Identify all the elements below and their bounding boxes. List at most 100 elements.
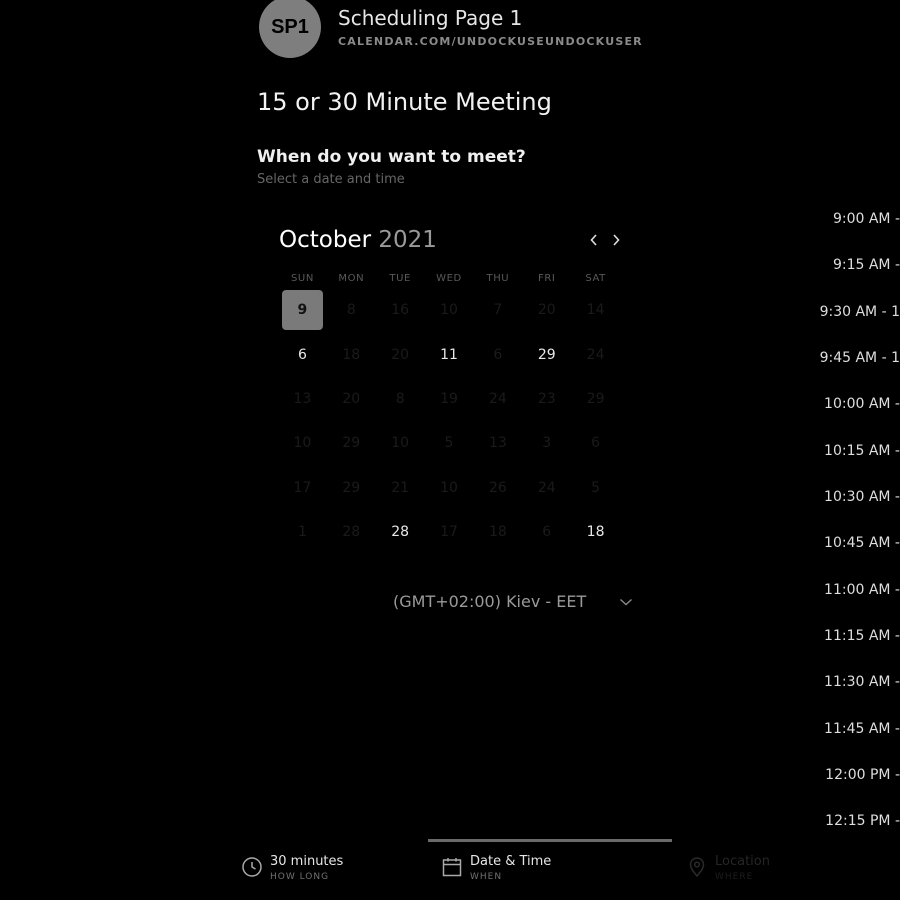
calendar-day-number: 19 (440, 390, 458, 407)
time-slot[interactable]: 11:00 AM - (824, 582, 900, 598)
tab-duration[interactable]: 30 minutes HOW LONG (241, 852, 371, 892)
timezone-value: (GMT+02:00) Kiev - EET (393, 592, 587, 611)
calendar-day-unavailable: 10 (278, 421, 327, 465)
calendar-day-number: 24 (488, 390, 507, 407)
calendar-day-number: 6 (297, 346, 307, 363)
time-slot[interactable]: 9:00 AM - (833, 211, 900, 227)
time-slot[interactable]: 12:00 PM - (825, 767, 900, 783)
calendar-week-row: 1 28 28 17 18 6 18 (278, 510, 620, 554)
calendar-day-number: 17 (440, 524, 458, 541)
weekday-sat: SAT (585, 273, 606, 284)
calendar-day-unavailable: 8 (376, 377, 425, 421)
time-slot[interactable]: 12:15 PM - (825, 813, 900, 829)
calendar-day-unavailable: 3 (522, 421, 571, 465)
calendar-day-number: 13 (293, 390, 312, 407)
active-tab-indicator (428, 839, 672, 842)
calendar-day-number: 26 (488, 479, 507, 496)
calendar-day-unavailable: 24 (473, 377, 522, 421)
tab-location-sub: WHERE (715, 872, 754, 882)
calendar-day-unavailable: 16 (376, 288, 425, 332)
calendar-day-unavailable: 13 (278, 377, 327, 421)
calendar-day-number: 7 (493, 302, 503, 319)
scheduling-page: SP1 Scheduling Page 1 CALENDAR.COM/UNDOC… (0, 0, 900, 900)
calendar-day-number: 24 (586, 346, 605, 363)
calendar-day-unavailable: 5 (571, 466, 620, 510)
weekday-header: SUN MON TUE WED THU FRI SAT (278, 270, 620, 288)
calendar-day-number: 8 (346, 302, 356, 319)
calendar-day-number: 10 (293, 435, 312, 452)
calendar-day-available[interactable]: 18 (571, 510, 620, 554)
calendar-day-unavailable: 20 (522, 288, 571, 332)
time-slot[interactable]: 10:15 AM - (824, 443, 900, 459)
calendar-day-number: 29 (537, 346, 556, 363)
calendar-day-unavailable: 28 (327, 510, 376, 554)
calendar-day-number: 20 (391, 346, 410, 363)
time-slot[interactable]: 10:45 AM - (824, 535, 900, 551)
calendar-day-unavailable: 20 (327, 377, 376, 421)
timezone-select[interactable]: (GMT+02:00) Kiev - EET (393, 590, 641, 616)
when-heading: When do you want to meet? (257, 147, 526, 167)
tab-date-time[interactable]: Date & Time WHEN (441, 852, 571, 892)
calendar-day-number: 20 (342, 390, 361, 407)
calendar-day-available[interactable]: 11 (425, 332, 474, 376)
calendar-day-number: 28 (391, 524, 410, 541)
calendar-grid: SUN MON TUE WED THU FRI SAT 9 8 16 10 7 20 14 6 18 20 11… (278, 270, 620, 554)
calendar-week-row: 10 29 10 5 13 3 6 (278, 421, 620, 465)
calendar-day-unavailable: 20 (376, 332, 425, 376)
next-month-button[interactable] (605, 227, 627, 253)
tab-date-time-sub: WHEN (470, 872, 503, 882)
time-slot[interactable]: 9:30 AM - 1 (820, 304, 900, 320)
calendar-year: 2021 (378, 227, 437, 253)
calendar-day-number: 29 (586, 390, 605, 407)
calendar-day-number: 3 (542, 435, 552, 452)
calendar-week-row: 17 29 21 10 26 24 5 (278, 466, 620, 510)
calendar-day-number: 1 (297, 524, 307, 541)
calendar-weeks: 9 8 16 10 7 20 14 6 18 20 11 6 29 24 13 20 8 19 24 23 29 10 29… (278, 288, 620, 554)
calendar-day-unavailable: 5 (425, 421, 474, 465)
tab-duration-label: 30 minutes (270, 854, 344, 869)
time-slot[interactable]: 11:15 AM - (824, 628, 900, 644)
calendar-month: October (279, 227, 372, 253)
calendar-day-number: 6 (591, 435, 601, 452)
calendar-week-row: 6 18 20 11 6 29 24 (278, 332, 620, 376)
calendar-day-number: 11 (440, 346, 458, 363)
calendar-day-available[interactable]: 6 (278, 332, 327, 376)
calendar-day-unavailable: 29 (327, 466, 376, 510)
time-slot[interactable]: 10:00 AM - (824, 396, 900, 412)
calendar-day-unavailable: 10 (376, 421, 425, 465)
calendar-day-unavailable: 18 (473, 510, 522, 554)
calendar-day-number: 6 (542, 524, 552, 541)
calendar-day-number: 9 (281, 290, 323, 331)
calendar-day-unavailable: 6 (571, 421, 620, 465)
time-slot[interactable]: 11:30 AM - (824, 674, 900, 690)
calendar-month-label: October 2021 (279, 227, 437, 253)
calendar-day-number: 18 (488, 524, 507, 541)
calendar-day-number: 28 (342, 524, 361, 541)
calendar-day-number: 5 (444, 435, 454, 452)
calendar-day-available[interactable]: 29 (522, 332, 571, 376)
time-slot[interactable]: 11:45 AM - (824, 721, 900, 737)
chevron-right-icon (613, 234, 620, 246)
weekday-wed: WED (436, 273, 462, 284)
calendar-day-number: 18 (586, 524, 605, 541)
time-slot[interactable]: 10:30 AM - (824, 489, 900, 505)
calendar-week-row: 9 8 16 10 7 20 14 (278, 288, 620, 332)
tab-date-time-label: Date & Time (470, 854, 552, 869)
avatar: SP1 (259, 0, 321, 58)
calendar-day-number: 16 (391, 302, 410, 319)
calendar-day-unavailable: 24 (522, 466, 571, 510)
meeting-title: 15 or 30 Minute Meeting (257, 88, 552, 116)
calendar-day-available[interactable]: 28 (376, 510, 425, 554)
calendar-day-unavailable: 21 (376, 466, 425, 510)
calendar-day-unavailable: 23 (522, 377, 571, 421)
calendar-day-selected[interactable]: 9 (278, 288, 327, 332)
tab-location[interactable]: Location WHERE (686, 852, 806, 892)
previous-month-button[interactable] (583, 227, 605, 253)
scheduling-page-url[interactable]: CALENDAR.COM/UNDOCKUSEUNDOCKUSER (338, 35, 643, 48)
calendar-day-unavailable: 7 (473, 288, 522, 332)
tab-location-label: Location (715, 854, 770, 869)
time-slot[interactable]: 9:15 AM - (833, 257, 900, 273)
calendar-day-unavailable: 6 (473, 332, 522, 376)
time-slot[interactable]: 9:45 AM - 1 (820, 350, 900, 366)
calendar-day-unavailable: 24 (571, 332, 620, 376)
